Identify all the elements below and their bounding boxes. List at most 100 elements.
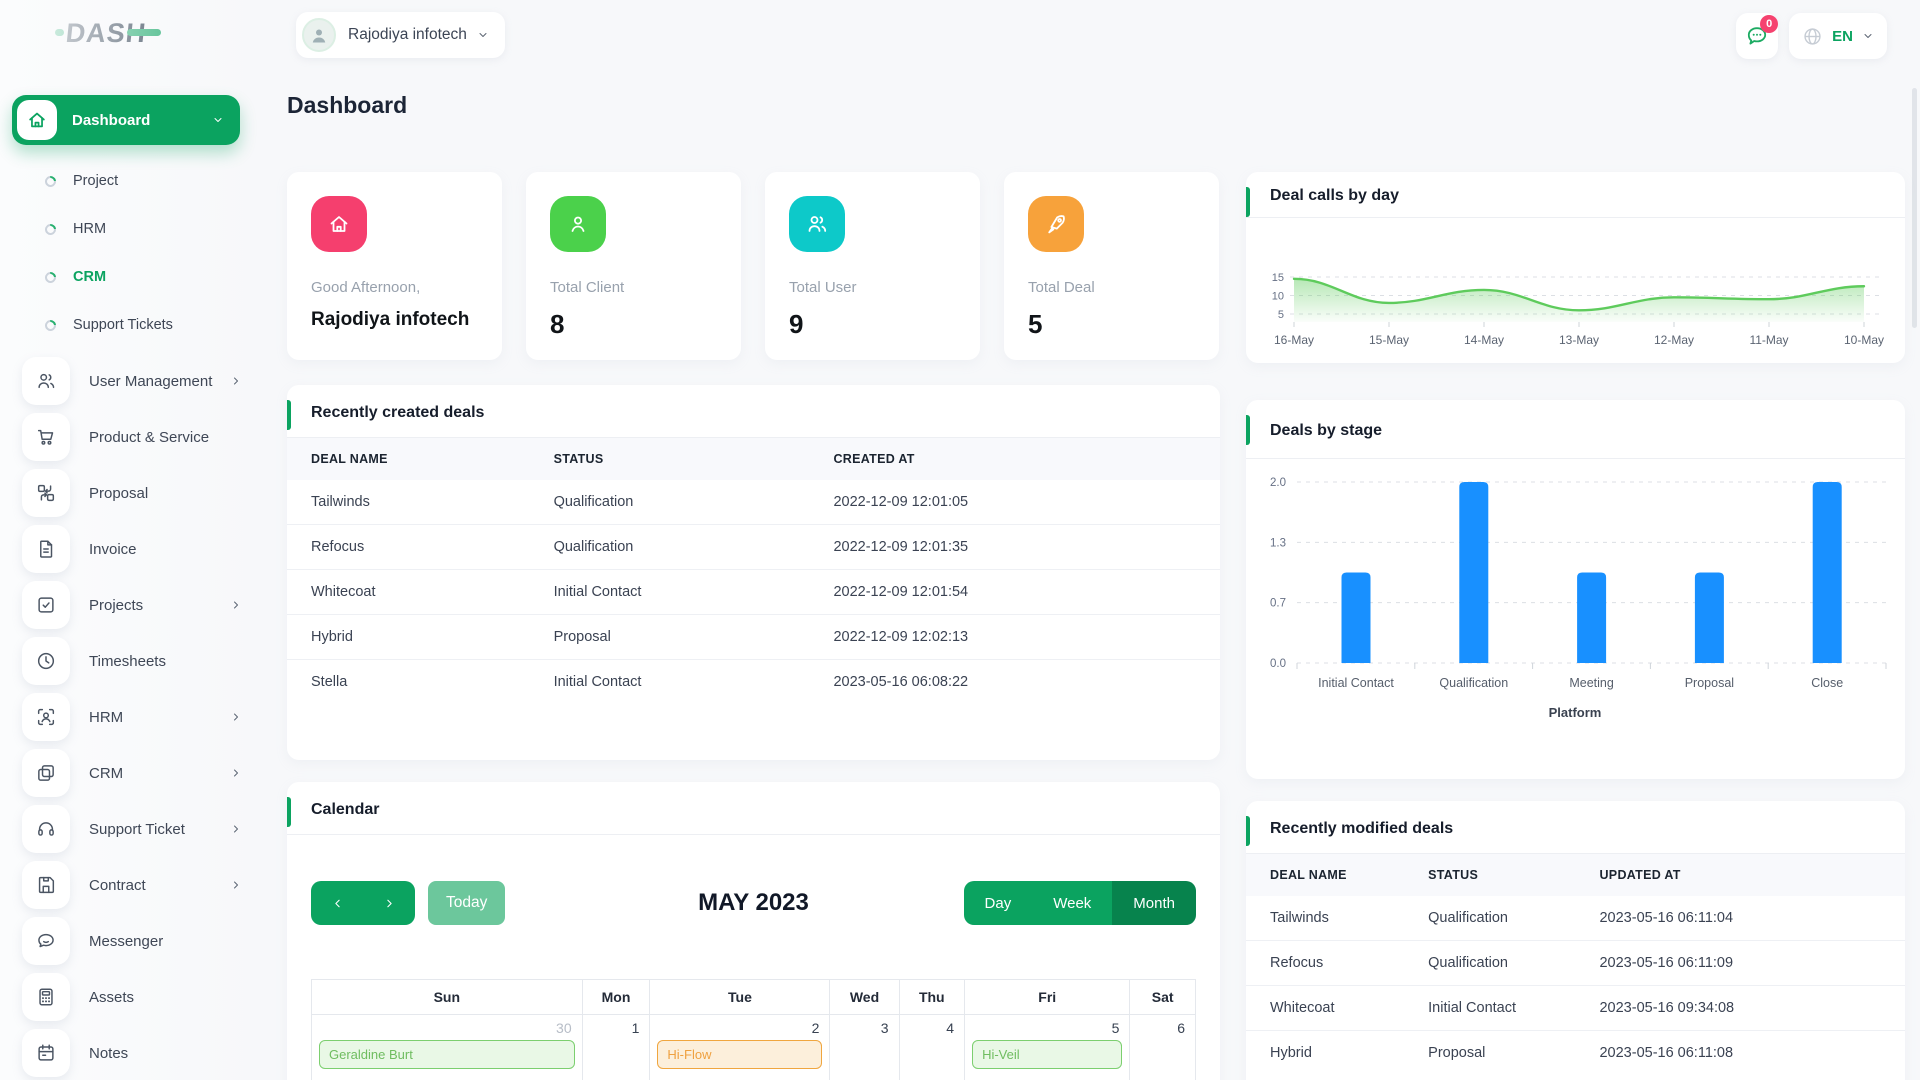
sidebar-item-proposal[interactable]: Proposal <box>12 465 262 521</box>
deal-status: Proposal <box>529 614 810 660</box>
svg-text:2.0: 2.0 <box>1270 477 1286 489</box>
calendar-view-day[interactable]: Day <box>963 881 1033 925</box>
sidebar-item-product-service[interactable]: Product & Service <box>12 409 262 465</box>
card-header: Recently modified deals <box>1246 801 1905 854</box>
scrollbar[interactable] <box>1912 88 1917 328</box>
menu-item-label: Product & Service <box>89 428 210 446</box>
dashboard-submenu: Project HRM CRM Support Tickets <box>12 157 262 349</box>
sidebar-item-hrm-group[interactable]: HRM <box>12 689 262 745</box>
menu-item-label: Projects <box>89 596 144 614</box>
page-title: Dashboard <box>287 92 408 118</box>
svg-text:10-May: 10-May <box>1844 333 1884 347</box>
deal-name: Whitecoat <box>287 569 530 615</box>
total-user-card: Total User 9 <box>765 172 980 360</box>
sidebar-item-crm-group[interactable]: CRM <box>12 745 262 801</box>
rocket-icon <box>1028 196 1084 252</box>
menu-item-label: Proposal <box>89 484 149 502</box>
calendar-day-cell[interactable]: 3 <box>829 1014 900 1080</box>
deal-name: Tailwinds <box>1270 910 1329 926</box>
sidebar-item-projects[interactable]: Projects <box>12 577 262 633</box>
sidebar-subitem-project[interactable]: Project <box>12 157 262 205</box>
bullet-icon <box>42 317 59 333</box>
date-number: 30 <box>556 1020 572 1036</box>
deal-status: Qualification <box>1428 910 1508 926</box>
sidebar-item-notes[interactable]: Notes <box>12 1025 262 1080</box>
left-column: Good Afternoon, Rajodiya infotech Total … <box>287 172 1220 1080</box>
calendar-view-month[interactable]: Month <box>1112 881 1196 925</box>
table-row: Stella Initial Contact 2023-05-16 06:08:… <box>287 659 1220 704</box>
messages-button[interactable]: 0 <box>1736 13 1779 59</box>
deal-created-at: 2022-12-09 12:01:05 <box>833 494 969 510</box>
date-number: 6 <box>1177 1020 1185 1036</box>
column-header: DEAL NAME <box>1270 868 1347 882</box>
card-header: Calendar <box>287 782 1220 835</box>
table-row: Hybrid Proposal 2023-05-16 06:11:08 <box>1246 1030 1905 1075</box>
deal-status: Initial Contact <box>1404 985 1576 1031</box>
day-header: Sun <box>311 979 583 1015</box>
table-row: Hybrid Proposal 2022-12-09 12:02:13 <box>287 614 1220 660</box>
menu-item-label: Messenger <box>89 932 164 950</box>
calendar-day-cell[interactable]: 2 Hi-Flow <box>649 1014 831 1080</box>
chevron-right-icon <box>234 713 238 721</box>
calendar-day-cell[interactable]: 6 <box>1129 1014 1196 1080</box>
sidebar-item-contract[interactable]: Contract <box>12 857 262 913</box>
calendar-event[interactable]: Hi-Veil <box>972 1040 1123 1069</box>
svg-text:Platform: Platform <box>1549 705 1602 720</box>
deal-updated-at: 2023-05-16 06:11:04 <box>1599 910 1734 926</box>
deal-name: Hybrid <box>287 614 530 660</box>
sidebar-item-messenger[interactable]: Messenger <box>12 913 262 969</box>
svg-text:14-May: 14-May <box>1464 333 1504 347</box>
menu-item-label: Support Ticket <box>89 820 185 838</box>
chevron-down-icon <box>1864 34 1872 38</box>
stat-label: Total User <box>789 279 857 296</box>
svg-text:13-May: 13-May <box>1559 333 1599 347</box>
company-selector[interactable]: Rajodiya infotech <box>296 12 505 58</box>
sidebar-item-assets[interactable]: Assets <box>12 969 262 1025</box>
sidebar-subitem-support-tickets[interactable]: Support Tickets <box>12 301 262 349</box>
calendar-day-cell[interactable]: 1 <box>581 1014 651 1080</box>
calendar-view-week[interactable]: Week <box>1032 881 1113 925</box>
users-icon <box>789 196 845 252</box>
language-selector[interactable]: EN <box>1789 13 1887 59</box>
svg-text:10: 10 <box>1272 291 1284 303</box>
calendar-day-cell[interactable]: 5 Hi-Veil <box>964 1014 1131 1080</box>
menu-item-label: Invoice <box>89 540 137 558</box>
deal-created-at: 2022-12-09 12:01:35 <box>809 524 1220 570</box>
chevron-right-icon <box>234 769 238 777</box>
sidebar-item-user-management[interactable]: User Management <box>12 353 262 409</box>
stat-value: 5 <box>1028 309 1043 339</box>
date-number: 4 <box>946 1020 955 1036</box>
sidebar-item-support-ticket-group[interactable]: Support Ticket <box>12 801 262 857</box>
headset-icon <box>22 805 70 853</box>
calendar-day-cell[interactable]: 4 <box>898 1014 966 1080</box>
sidebar-item-dashboard[interactable]: Dashboard <box>12 95 240 145</box>
svg-text:Initial Contact: Initial Contact <box>1318 676 1394 690</box>
card-title: Recently created deals <box>311 404 485 421</box>
calendar-today-button[interactable]: Today <box>428 881 506 925</box>
greeting-card: Good Afternoon, Rajodiya infotech <box>287 172 502 360</box>
sidebar-subitem-hrm[interactable]: HRM <box>12 205 262 253</box>
chevron-right-icon <box>234 881 238 889</box>
calendar-next-button[interactable] <box>363 881 415 925</box>
user-icon <box>550 196 606 252</box>
svg-text:Meeting: Meeting <box>1569 676 1614 690</box>
calendar-prev-button[interactable] <box>311 881 363 925</box>
company-name: Rajodiya infotech <box>348 26 467 43</box>
calendar-event[interactable]: Geraldine Burt <box>319 1040 575 1069</box>
table-header-row: DEAL NAME STATUS CREATED AT <box>287 438 1220 480</box>
sidebar-item-timesheets[interactable]: Timesheets <box>12 633 262 689</box>
calendar-day-cell[interactable]: 30 Geraldine Burt <box>311 1014 583 1080</box>
language-label: EN <box>1832 27 1853 45</box>
subitem-label: Project <box>73 173 119 189</box>
menu-item-label: Notes <box>89 1044 129 1062</box>
stats-row: Good Afternoon, Rajodiya infotech Total … <box>287 172 1220 360</box>
sidebar-subitem-crm[interactable]: CRM <box>12 253 262 301</box>
date-number: 5 <box>1111 1020 1120 1036</box>
calendar-view-switcher: Day Week Month <box>963 881 1196 925</box>
calendar-event[interactable]: Hi-Flow <box>657 1040 823 1069</box>
svg-text:15: 15 <box>1272 272 1284 284</box>
svg-text:0.7: 0.7 <box>1270 598 1286 610</box>
right-column: Deal calls by day 15 10 5 16-May 15-May 14-Ma… <box>1246 172 1905 1080</box>
deal-status: Qualification <box>553 494 634 510</box>
sidebar-item-invoice[interactable]: Invoice <box>12 521 262 577</box>
